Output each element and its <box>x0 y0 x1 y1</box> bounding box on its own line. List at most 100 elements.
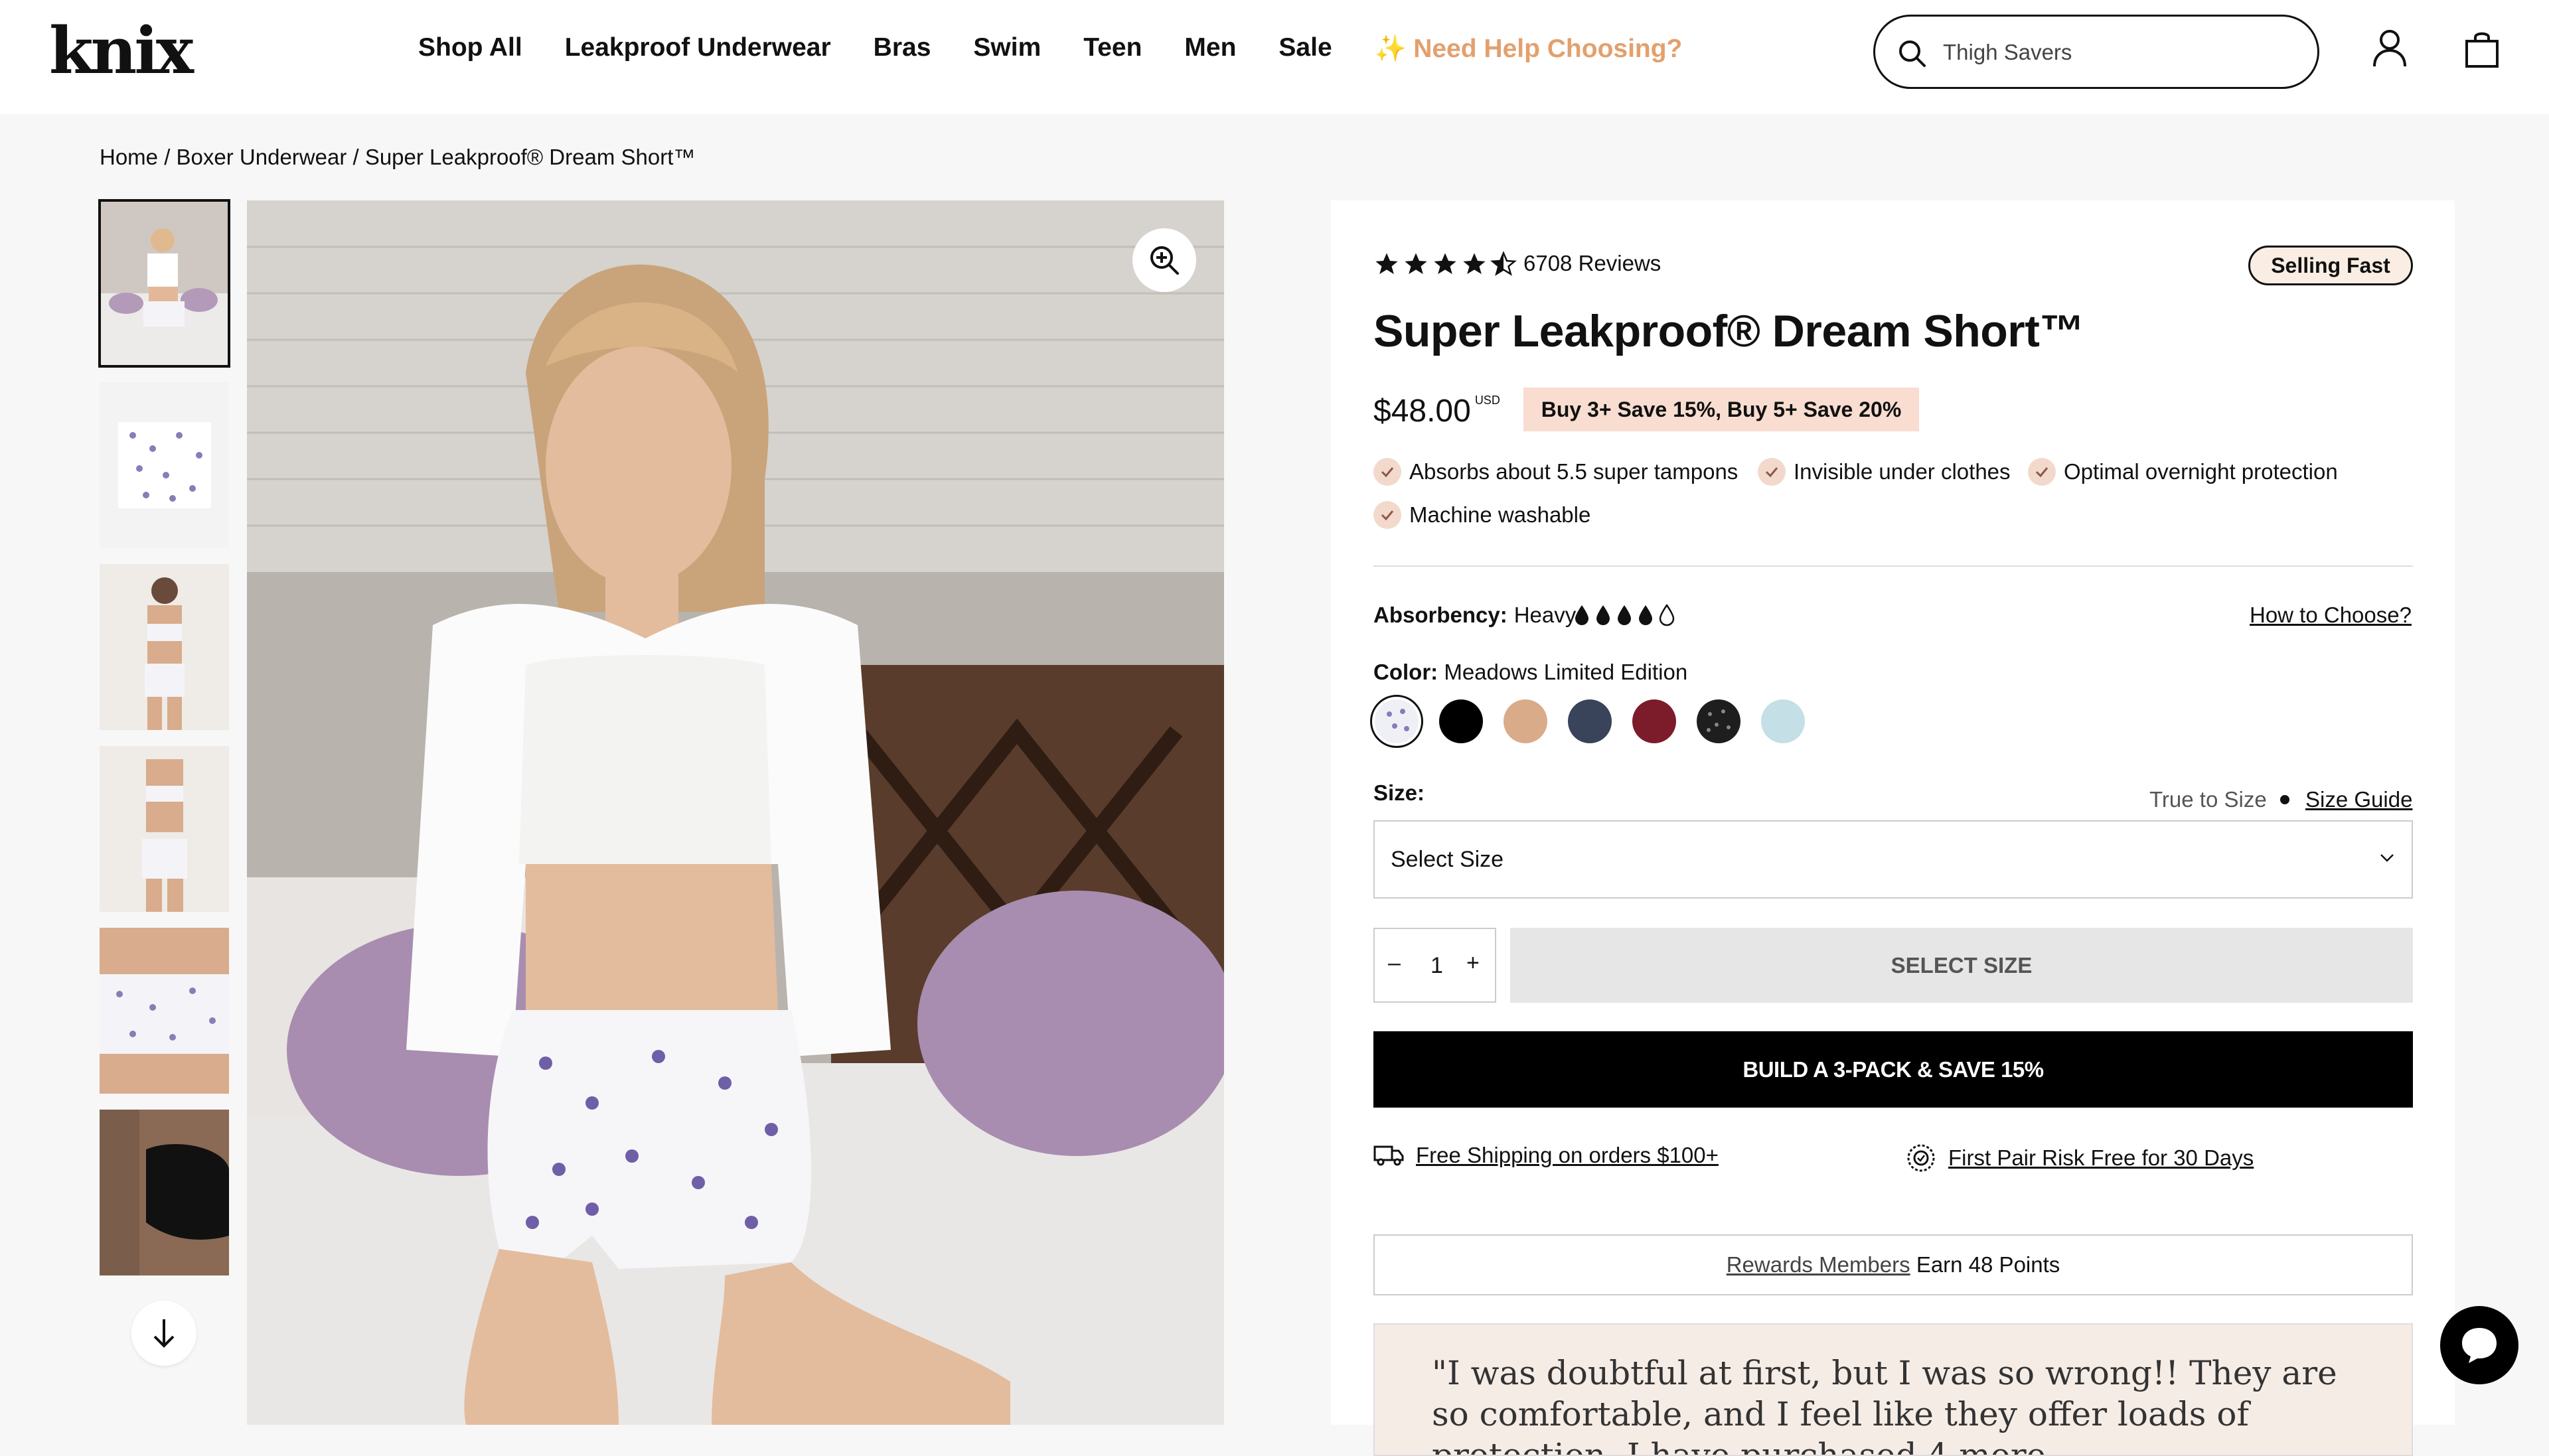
thumbnail-short-closeup <box>100 928 229 1094</box>
color-swatch-light-blue[interactable] <box>1761 699 1805 743</box>
feature-label: Machine washable <box>1409 502 1591 527</box>
quantity-increase-button[interactable]: + <box>1466 950 1480 976</box>
rewards-members-link[interactable]: Rewards Members <box>1727 1252 1910 1277</box>
how-to-choose-link[interactable]: How to Choose? <box>2250 603 2412 628</box>
floral-pattern-icon <box>1387 709 1409 731</box>
reviews-count[interactable]: 6708 Reviews <box>1523 251 1661 276</box>
size-select-value: Select Size <box>1391 847 1504 872</box>
nav-help-choosing[interactable]: ✨ Need Help Choosing? <box>1375 33 1683 64</box>
thumbnail-6[interactable] <box>100 1110 229 1275</box>
check-icon <box>1373 458 1401 486</box>
nav-bras[interactable]: Bras <box>874 33 931 64</box>
free-shipping-label: Free Shipping on orders $100+ <box>1416 1143 1719 1167</box>
review-quote-text: "I was doubtful at first, but I was so w… <box>1432 1354 2337 1456</box>
search-input[interactable] <box>1943 33 2288 72</box>
star-icon <box>1434 253 1456 274</box>
zoom-in-icon <box>1150 246 1179 275</box>
review-quote: "I was doubtful at first, but I was so w… <box>1373 1323 2413 1456</box>
size-guide-link[interactable]: Size Guide <box>2305 787 2412 812</box>
quantity-value[interactable]: 1 <box>1430 953 1443 979</box>
color-swatch-black[interactable] <box>1439 699 1483 743</box>
chat-bubble-icon <box>2462 1328 2497 1363</box>
select-size-button[interactable]: SELECT SIZE <box>1510 928 2413 1003</box>
feature-item: Invisible under clothes <box>1758 458 2011 486</box>
dot-pattern-icon <box>1707 709 1731 732</box>
nav-swim[interactable]: Swim <box>973 33 1041 64</box>
nav-shop-all[interactable]: Shop All <box>418 33 522 64</box>
size-label: Size: <box>1373 780 1425 805</box>
drop-empty-icon <box>1659 604 1675 626</box>
star-icon <box>1405 253 1427 274</box>
rating-stars[interactable] <box>1373 251 1517 277</box>
color-row: Color: Meadows Limited Edition <box>1373 660 1687 685</box>
nav-teen[interactable]: Teen <box>1083 33 1142 64</box>
feature-label: Absorbs about 5.5 super tampons <box>1409 459 1738 484</box>
product-main-image[interactable] <box>247 200 1224 1425</box>
quantity-decrease-button[interactable]: – <box>1388 950 1401 976</box>
nav-leakproof-underwear[interactable]: Leakproof Underwear <box>565 33 831 64</box>
divider <box>1373 565 2413 567</box>
size-select[interactable]: Select Size <box>1373 820 2413 899</box>
thumbnail-1[interactable] <box>98 199 230 368</box>
color-label: Color: <box>1373 660 1438 684</box>
drop-filled-icon <box>1618 605 1631 625</box>
knix-logo[interactable]: knix <box>49 13 194 88</box>
nav-help-label: Need Help Choosing? <box>1413 35 1683 63</box>
cart-bag-icon[interactable] <box>2464 29 2500 69</box>
thumbnail-scroll-down-button[interactable] <box>131 1301 196 1366</box>
free-shipping-link[interactable]: Free Shipping on orders $100+ <box>1373 1143 1719 1168</box>
feature-label: Optimal overnight protection <box>2064 459 2338 484</box>
search-icon <box>1899 40 1926 67</box>
thumbnail-3[interactable] <box>100 564 229 730</box>
multi-buy-promo: Buy 3+ Save 15%, Buy 5+ Save 20% <box>1523 388 1919 431</box>
thumbnail-model-front <box>100 564 229 730</box>
main-nav: Shop All Leakproof Underwear Bras Swim T… <box>418 33 1682 64</box>
thumbnail-2[interactable] <box>100 382 229 548</box>
risk-free-link[interactable]: First Pair Risk Free for 30 Days <box>1906 1143 2254 1173</box>
rewards-banner: Rewards Members Earn 48 Points <box>1373 1234 2413 1295</box>
star-icon <box>1463 253 1486 274</box>
color-swatch-dotted[interactable] <box>1697 699 1740 743</box>
true-to-size-text: True to Size <box>2149 787 2267 812</box>
product-photo <box>247 200 1224 1425</box>
absorbency-label: Absorbency: <box>1373 603 1507 627</box>
arrow-down-icon <box>153 1319 175 1348</box>
thumbnail-black-short <box>100 1110 229 1275</box>
product-title: Super Leakproof® Dream Short™ <box>1373 306 2084 356</box>
thumbnail-model-back <box>100 746 229 912</box>
price-currency: USD <box>1474 394 1500 407</box>
color-swatch-navy[interactable] <box>1568 699 1612 743</box>
product-price: $48.00 USD <box>1373 393 1500 429</box>
sparkle-icon: ✨ <box>1374 35 1407 63</box>
absorbency-row: Absorbency: Heavy <box>1373 603 1576 628</box>
absorbency-value: Heavy <box>1513 603 1577 627</box>
thumbnail-5[interactable] <box>100 928 229 1094</box>
zoom-button[interactable] <box>1132 228 1196 292</box>
nav-men[interactable]: Men <box>1184 33 1236 64</box>
risk-free-badge-icon <box>1907 1144 1935 1172</box>
feature-item: Absorbs about 5.5 super tampons <box>1373 458 1738 486</box>
nav-sale[interactable]: Sale <box>1278 33 1332 64</box>
product-info-panel: 6708 Reviews Selling Fast Super Leakproo… <box>1331 200 2455 1456</box>
chat-button[interactable] <box>2440 1306 2518 1384</box>
check-icon <box>1758 458 1786 486</box>
truck-icon <box>1373 1145 1404 1166</box>
thumbnail-4[interactable] <box>100 746 229 912</box>
account-icon[interactable] <box>2372 29 2407 68</box>
thumbnail-photo <box>100 200 229 366</box>
thumbnail-fabric-print <box>100 382 229 548</box>
half-star-icon <box>1490 251 1517 276</box>
feature-item: Optimal overnight protection <box>2028 458 2338 486</box>
color-swatch-burgundy[interactable] <box>1632 699 1676 743</box>
build-3-pack-button[interactable]: BUILD A 3-PACK & SAVE 15% <box>1373 1031 2413 1108</box>
check-icon <box>1373 501 1401 529</box>
risk-free-label: First Pair Risk Free for 30 Days <box>1948 1145 2254 1170</box>
chevron-down-icon <box>2380 854 2394 862</box>
color-swatch-meadows[interactable] <box>1370 695 1423 748</box>
star-icon <box>1375 253 1398 274</box>
search-box[interactable] <box>1873 15 2319 89</box>
selling-fast-badge: Selling Fast <box>2248 246 2413 285</box>
breadcrumb[interactable]: Home / Boxer Underwear / Super Leakproof… <box>100 145 695 170</box>
color-swatch-nude[interactable] <box>1504 699 1547 743</box>
drop-filled-icon <box>1639 605 1652 625</box>
